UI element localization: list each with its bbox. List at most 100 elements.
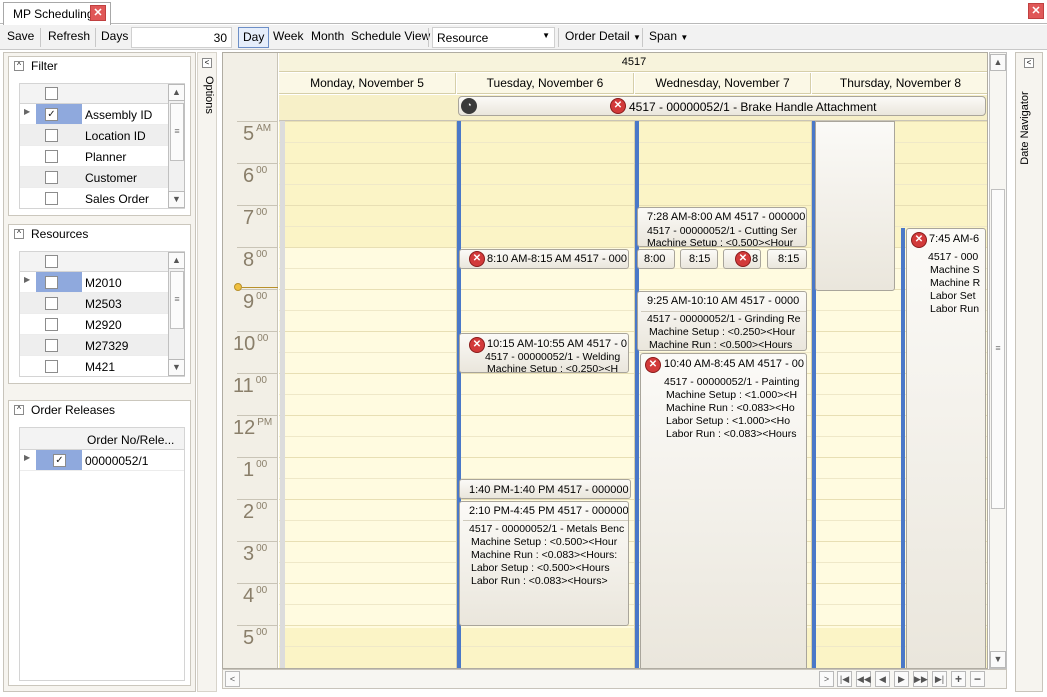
scroll-up-icon[interactable]: ▲ xyxy=(168,252,185,269)
collapse-icon[interactable]: < xyxy=(202,58,212,68)
previous-page-icon[interactable]: ◀◀ xyxy=(856,671,871,687)
appointment[interactable]: ✕ 8:10 AM-8:15 AM 4517 - 000 xyxy=(459,249,629,269)
date-navigator-bar[interactable]: < Date Navigator xyxy=(1015,52,1043,692)
appointment-detail: Labor Setup : <0.500><Hours xyxy=(471,562,610,574)
checkbox[interactable] xyxy=(45,339,58,352)
select-all-checkbox[interactable] xyxy=(45,87,58,100)
last-page-icon[interactable]: ▶| xyxy=(932,671,947,687)
checkbox[interactable] xyxy=(45,192,58,205)
scheduler-vertical-scrollbar[interactable]: ▲ ≡ ▼ xyxy=(989,52,1007,669)
checkbox[interactable] xyxy=(45,150,58,163)
scroll-thumb[interactable]: ≡ xyxy=(170,103,184,161)
options-bar[interactable]: < Options xyxy=(197,52,217,692)
save-button[interactable]: Save xyxy=(3,27,38,48)
checkbox[interactable] xyxy=(45,318,58,331)
add-icon[interactable]: + xyxy=(951,671,966,687)
close-tab-icon[interactable]: ✕ xyxy=(90,5,106,21)
collapse-icon[interactable]: ^ xyxy=(14,405,24,415)
checkbox[interactable] xyxy=(45,276,58,289)
scroll-down-icon[interactable]: ▼ xyxy=(168,191,185,208)
list-item[interactable]: Planner xyxy=(20,146,168,167)
select-all-checkbox[interactable] xyxy=(45,255,58,268)
week-view-button[interactable]: Week xyxy=(269,27,307,48)
list-item[interactable]: ▶ M2010 xyxy=(20,272,168,293)
list-item[interactable]: Location ID xyxy=(20,125,168,146)
hour-label: 4 00 xyxy=(243,585,277,608)
month-view-button[interactable]: Month xyxy=(307,27,348,48)
item-label: M421 xyxy=(85,360,116,374)
hour-tick xyxy=(237,373,278,374)
appointment[interactable] xyxy=(815,121,895,291)
list-item[interactable]: Sales Order xyxy=(20,188,168,209)
item-label: Location ID xyxy=(85,129,146,143)
close-window-icon[interactable]: ✕ xyxy=(1028,3,1044,19)
day-view-button[interactable]: Day xyxy=(238,27,270,48)
appointment[interactable]: 7:28 AM-8:00 AM 4517 - 000000 4517 - 000… xyxy=(637,207,807,247)
list-item[interactable]: M2503 xyxy=(20,293,168,314)
day-header[interactable]: Tuesday, November 6 xyxy=(457,73,634,94)
checkbox[interactable] xyxy=(45,360,58,373)
scroll-down-icon[interactable]: ▼ xyxy=(990,651,1006,668)
first-page-icon[interactable]: |◀ xyxy=(837,671,852,687)
collapse-icon[interactable]: ^ xyxy=(14,61,24,71)
checkbox[interactable] xyxy=(45,129,58,142)
appointment[interactable]: 8:15 xyxy=(767,249,807,269)
previous-icon[interactable]: ◀ xyxy=(875,671,890,687)
day-header[interactable]: Wednesday, November 7 xyxy=(635,73,811,94)
scroll-up-icon[interactable]: ▲ xyxy=(168,84,185,101)
checkbox[interactable]: ✓ xyxy=(45,108,58,121)
column-header[interactable]: Order No/Rele... xyxy=(87,433,174,447)
appointment[interactable]: 8:15 xyxy=(680,249,718,269)
vertical-scrollbar[interactable]: ▲ ≡ ▼ xyxy=(168,252,185,376)
row-indicator-icon: ▶ xyxy=(24,107,31,116)
checkbox[interactable] xyxy=(45,297,58,310)
checkbox[interactable] xyxy=(45,171,58,184)
collapse-icon[interactable]: ^ xyxy=(14,229,24,239)
appointment-title: 2:10 PM-4:45 PM 4517 - 000000 xyxy=(469,505,629,517)
scroll-left-icon[interactable]: < xyxy=(225,671,240,687)
appointment[interactable]: ✕ 10:40 AM-8:45 AM 4517 - 00 4517 - 0000… xyxy=(640,353,807,668)
remove-icon[interactable]: − xyxy=(970,671,985,687)
left-panel: ^ Filter ▶ ✓ Assembly ID Location ID Pla… xyxy=(3,52,196,692)
appointment[interactable]: ✕ 7:45 AM-6 4517 - 000 Machine S Machine… xyxy=(906,228,986,668)
schedule-view-button[interactable]: Schedule View xyxy=(347,27,434,48)
tab-mp-scheduling[interactable]: MP Scheduling ✕ xyxy=(3,2,111,25)
day-header[interactable]: Monday, November 5 xyxy=(279,73,456,94)
checkbox[interactable]: ✓ xyxy=(53,454,66,467)
appointment[interactable]: 2:10 PM-4:45 PM 4517 - 000000 4517 - 000… xyxy=(459,501,629,626)
scroll-up-icon[interactable]: ▲ xyxy=(990,54,1006,71)
appointment[interactable]: 9:25 AM-10:10 AM 4517 - 0000 4517 - 0000… xyxy=(637,291,807,351)
grid-header: Order No/Rele... xyxy=(20,428,184,450)
appointment[interactable]: 1:40 PM-1:40 PM 4517 - 000000 xyxy=(459,479,631,499)
vertical-scrollbar[interactable]: ▲ ≡ ▼ xyxy=(168,84,185,208)
day-header[interactable]: Thursday, November 8 xyxy=(812,73,987,94)
next-icon[interactable]: ▶ xyxy=(894,671,909,687)
hour-suffix: 00 xyxy=(256,207,268,218)
next-page-icon[interactable]: ▶▶ xyxy=(913,671,928,687)
days-input[interactable]: 30 xyxy=(131,27,232,48)
item-label: M2010 xyxy=(85,276,122,290)
list-item[interactable]: ▶ ✓ 00000052/1 xyxy=(20,450,184,471)
appointment-detail: 4517 - 00000052/1 - Grinding Re xyxy=(647,313,801,325)
list-item[interactable]: ▶ ✓ Assembly ID xyxy=(20,104,168,125)
scroll-down-icon[interactable]: ▼ xyxy=(168,359,185,376)
all-day-event[interactable]: ◔ ✕ 4517 - 00000052/1 - Brake Handle Att… xyxy=(458,96,986,116)
scroll-thumb[interactable]: ≡ xyxy=(170,271,184,329)
list-item[interactable]: Customer xyxy=(20,167,168,188)
appointment[interactable]: ✕ 8 xyxy=(723,249,761,269)
list-item[interactable]: M27329 xyxy=(20,335,168,356)
list-item[interactable]: M421 xyxy=(20,356,168,377)
refresh-button[interactable]: Refresh xyxy=(44,27,94,48)
list-item[interactable]: M2920 xyxy=(20,314,168,335)
expand-icon[interactable]: < xyxy=(1024,58,1034,68)
order-detail-dropdown[interactable]: Order Detail ▼ xyxy=(561,27,645,48)
scroll-thumb[interactable]: ≡ xyxy=(991,189,1005,509)
group-by-select[interactable]: Resource ▼ xyxy=(432,27,555,48)
scroll-right-icon[interactable]: > xyxy=(819,671,834,687)
span-dropdown[interactable]: Span ▼ xyxy=(645,27,692,48)
appointment[interactable]: ✕ 10:15 AM-10:55 AM 4517 - 0 4517 - 0000… xyxy=(459,333,629,373)
scheduler: 4517 Monday, November 5 Tuesday, Novembe… xyxy=(222,52,988,669)
item-label: M27329 xyxy=(85,339,129,353)
appointment[interactable]: 8:00 xyxy=(637,249,675,269)
days-label: Days xyxy=(101,29,129,43)
